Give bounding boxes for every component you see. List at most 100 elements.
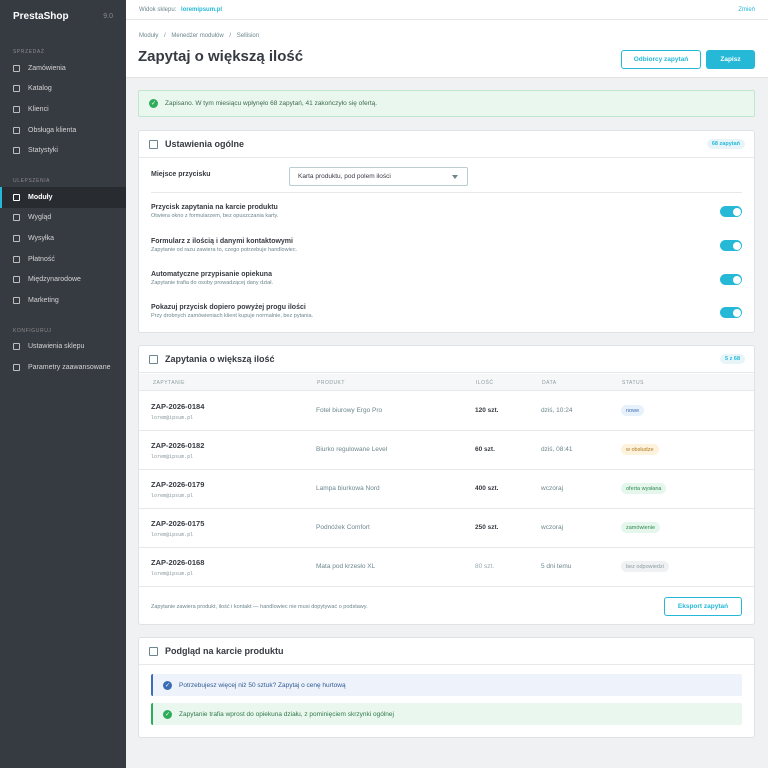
settings-title: Ustawienia ogólne (165, 139, 245, 149)
placement-row: Miejsce przycisku (151, 171, 211, 178)
customers-icon (13, 105, 20, 113)
sidebar-item-payment[interactable]: Płatność (0, 249, 126, 270)
preview-title: Podgląd na karcie produktu (165, 646, 284, 656)
preview-info-box: ✓ Potrzebujesz więcej niż 50 sztuk? Zapy… (151, 674, 742, 696)
preview-success-text: Zapytanie trafia wprost do opiekuna dzia… (179, 710, 394, 718)
toggle-description: Zapytanie od razu zawiera to, czego potr… (151, 247, 298, 253)
export-requests-button[interactable]: Eksport zapytań (664, 597, 742, 616)
sidebar-item-shop-parameters[interactable]: Ustawienia sklepu (0, 337, 126, 358)
checkbox-icon (149, 354, 158, 364)
sidebar-item-customer-service[interactable]: Obsługa klienta (0, 120, 126, 141)
breadcrumb-modules[interactable]: Moduły (139, 33, 158, 39)
section-title-improve: ULEPSZENIA (13, 177, 51, 184)
column-header-date[interactable]: DATA (542, 380, 557, 386)
toggle-label: Formularz z ilością i danymi kontaktowym… (151, 238, 293, 245)
shop-view-link[interactable]: loremipsum.pl (181, 7, 222, 13)
logo[interactable]: PrestaShop (13, 11, 69, 22)
check-circle-icon: ✓ (149, 99, 158, 108)
table-row[interactable]: ZAP-2026-0175 lorem@ipsum.pl Podnóżek Co… (139, 509, 754, 548)
request-id[interactable]: ZAP-2026-0182 (151, 441, 204, 450)
request-email: lorem@ipsum.pl (151, 532, 194, 538)
toggle-row: Automatyczne przypisanie opiekuna Zapyta… (151, 271, 273, 286)
sidebar-item-modules[interactable]: Moduły (0, 186, 126, 208)
toggle-auto-assign[interactable] (720, 274, 742, 285)
customer-service-icon (13, 126, 20, 134)
requests-footer-note: Zapytanie zawiera produkt, ilość i konta… (151, 604, 368, 610)
placement-select-value: Karta produktu, pod polem ilości (298, 173, 391, 180)
request-id[interactable]: ZAP-2026-0179 (151, 480, 204, 489)
payment-icon (13, 255, 20, 263)
table-row[interactable]: ZAP-2026-0182 lorem@ipsum.pl Biurko regu… (139, 431, 754, 470)
request-date: dziś, 08:41 (541, 446, 573, 453)
placement-select[interactable]: Karta produktu, pod polem ilości (289, 167, 468, 186)
breadcrumb-module-manager[interactable]: Menedżer modułów (171, 33, 223, 39)
sidebar-item-customers[interactable]: Klienci (0, 99, 126, 120)
request-product: Mata pod krzesło XL (316, 563, 376, 570)
settings-count-badge: 68 zapytań (706, 139, 745, 149)
sidebar-item-stats[interactable]: Statystyki (0, 140, 126, 161)
breadcrumb-current: Sellision (236, 33, 260, 39)
breadcrumb-separator: / (229, 33, 232, 39)
request-product: Podnóżek Comfort (316, 524, 370, 531)
change-shop-link[interactable]: Zmień (738, 7, 755, 13)
checkbox-icon (149, 646, 158, 656)
shop-parameters-icon (13, 343, 20, 351)
status-badge: zamówienie (621, 522, 661, 533)
divider (151, 192, 742, 193)
section-title-sales: SPRZEDAŻ (13, 49, 45, 55)
toggle-row: Pokazuj przycisk dopiero powyżej progu i… (151, 304, 313, 319)
requests-card-header: Zapytania o większą ilość 5 z 68 (139, 346, 754, 373)
table-row[interactable]: ZAP-2026-0168 lorem@ipsum.pl Mata pod kr… (139, 548, 754, 587)
request-id[interactable]: ZAP-2026-0175 (151, 519, 204, 528)
requests-title: Zapytania o większą ilość (165, 354, 275, 364)
sidebar-item-advanced-parameters[interactable]: Parametry zaawansowane (0, 357, 126, 378)
orders-icon (13, 64, 20, 72)
sidebar-item-international[interactable]: Międzynarodowe (0, 269, 126, 290)
request-date: 5 dni temu (541, 563, 572, 570)
preview-card-header: Podgląd na karcie produktu (139, 638, 754, 665)
version-label: 9.0 (103, 12, 113, 20)
catalog-icon (13, 85, 20, 93)
table-row[interactable]: ZAP-2026-0179 lorem@ipsum.pl Lampa biurk… (139, 470, 754, 509)
requests-count-badge: 5 z 68 (720, 354, 745, 364)
section-title-configure: KONFIGURUJ (13, 327, 52, 334)
sidebar-item-design[interactable]: Wygląd (0, 208, 126, 229)
settings-card-header: Ustawienia ogólne 68 zapytań (139, 131, 754, 158)
caret-down-icon (452, 175, 458, 179)
column-header-product[interactable]: PRODUKT (317, 380, 345, 386)
request-quantity: 250 szt. (475, 524, 499, 531)
save-button[interactable]: Zapisz (706, 50, 755, 69)
toggle-description: Przy drobnych zamówieniach klient kupuje… (151, 313, 314, 319)
request-product: Lampa biurkowa Nord (316, 485, 380, 492)
toggle-contact-form[interactable] (720, 240, 742, 251)
request-email: lorem@ipsum.pl (151, 571, 194, 577)
breadcrumb: Moduły / Menedżer modułów / Sellision (139, 33, 263, 39)
stats-icon (13, 147, 20, 155)
table-row[interactable]: ZAP-2026-0184 lorem@ipsum.pl Fotel biuro… (139, 392, 754, 431)
preview-success-box: ✓ Zapytanie trafia wprost do opiekuna dz… (151, 703, 742, 725)
sidebar-item-shipping[interactable]: Wysyłka (0, 228, 126, 249)
column-header-status[interactable]: STATUS (622, 380, 644, 386)
sidebar-item-catalog[interactable]: Katalog (0, 79, 126, 100)
toggle-product-button[interactable] (720, 206, 742, 217)
sidebar-item-orders[interactable]: Zamówienia (0, 58, 126, 79)
toggle-label: Pokazuj przycisk dopiero powyżej progu i… (151, 304, 306, 311)
status-badge: bez odpowiedzi (621, 561, 669, 572)
preview-info-text[interactable]: Potrzebujesz więcej niż 50 sztuk? Zapyta… (179, 682, 346, 689)
request-id[interactable]: ZAP-2026-0168 (151, 558, 204, 567)
request-quantity: 80 szt. (475, 563, 495, 570)
request-date: wczoraj (541, 524, 564, 531)
check-circle-icon: ✓ (163, 680, 172, 690)
column-header-request[interactable]: ZAPYTANIE (153, 380, 185, 386)
recipients-button[interactable]: Odbiorcy zapytań (621, 50, 701, 69)
toggle-quantity-threshold[interactable] (720, 307, 742, 318)
column-header-quantity[interactable]: ILOŚĆ (476, 380, 494, 386)
request-id[interactable]: ZAP-2026-0184 (151, 402, 204, 411)
shipping-icon (13, 234, 20, 242)
sidebar-item-marketing[interactable]: Marketing (0, 290, 126, 311)
shop-view-label: Widok sklepu: (139, 6, 177, 13)
toggle-label: Przycisk zapytania na karcie produktu (151, 204, 278, 211)
toggle-description: Zapytanie trafia do osoby prowadzącej da… (151, 280, 273, 286)
status-badge: w obsłudze (621, 444, 659, 455)
table-header: ZAPYTANIE PRODUKT ILOŚĆ DATA STATUS (139, 374, 754, 391)
